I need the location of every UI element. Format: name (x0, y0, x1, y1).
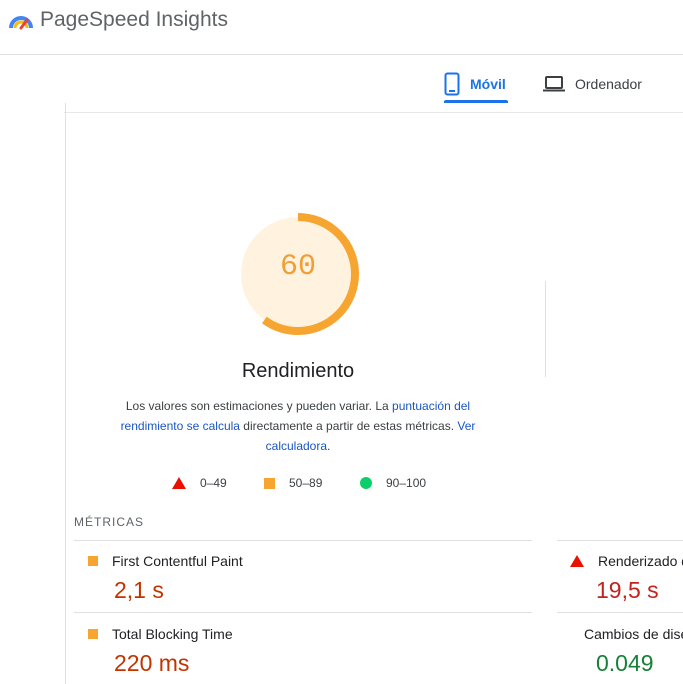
metric-value: 0.049 (596, 650, 654, 676)
metric-value: 220 ms (114, 650, 190, 676)
laptop-icon (543, 76, 565, 92)
gauge-divider (545, 281, 546, 377)
orange-square-icon (88, 629, 98, 639)
metrics-divider (557, 540, 683, 541)
tab-desktop[interactable]: Ordenador (543, 66, 642, 102)
pagespeed-logo-icon (9, 16, 33, 30)
header-divider (0, 54, 683, 55)
metric-label: First Contentful Paint (112, 553, 243, 569)
orange-square-icon (264, 477, 275, 489)
legend-fail: 0–49 (172, 476, 227, 490)
description-text: . (327, 439, 331, 453)
metric-first-contentful-paint: First Contentful Paint 2,1 s (88, 553, 528, 604)
legend-pass-label: 90–100 (386, 476, 427, 490)
performance-score: 60 (279, 250, 316, 284)
metric-total-blocking-time: Total Blocking Time 220 ms (88, 626, 528, 677)
legend-fail-label: 0–49 (200, 476, 227, 490)
metric-value: 19,5 s (596, 577, 659, 603)
orange-square-icon (88, 556, 98, 566)
tab-desktop-label: Ordenador (575, 76, 642, 92)
metric-label: Cambios de diseño acumulados (584, 626, 683, 642)
legend-pass: 90–100 (360, 476, 426, 490)
tab-mobile-label: Móvil (470, 76, 506, 92)
metrics-divider (74, 540, 532, 541)
metrics-divider (557, 612, 683, 613)
gauge-title: Rendimiento (241, 360, 355, 382)
metrics-heading: MÉTRICAS (74, 515, 145, 529)
metrics-divider (74, 612, 532, 613)
score-description: Los valores son estimaciones y pueden va… (110, 396, 486, 456)
green-circle-icon (360, 477, 372, 489)
metric-value: 2,1 s (114, 577, 164, 603)
red-triangle-icon (172, 477, 186, 489)
legend-average: 50–89 (264, 476, 322, 490)
metric-cumulative-layout-shift: Cambios de diseño acumulados 0.049 (570, 626, 683, 677)
app-title[interactable]: PageSpeed Insights (40, 8, 228, 32)
tab-mobile[interactable]: Móvil (444, 66, 506, 102)
red-triangle-icon (570, 555, 584, 567)
metric-label: Renderizado del mayor elemento con conte… (598, 553, 683, 569)
phone-icon (444, 72, 460, 96)
metric-largest-contentful-paint: Renderizado del mayor elemento con conte… (570, 553, 683, 604)
description-text: directamente a partir de estas métricas. (239, 419, 458, 433)
left-rail-divider (65, 103, 66, 684)
tabs-divider (64, 112, 683, 113)
description-text: Los valores son estimaciones y pueden va… (125, 399, 393, 413)
active-tab-indicator (444, 100, 508, 103)
metric-label: Total Blocking Time (112, 626, 233, 642)
legend-average-label: 50–89 (289, 476, 323, 490)
